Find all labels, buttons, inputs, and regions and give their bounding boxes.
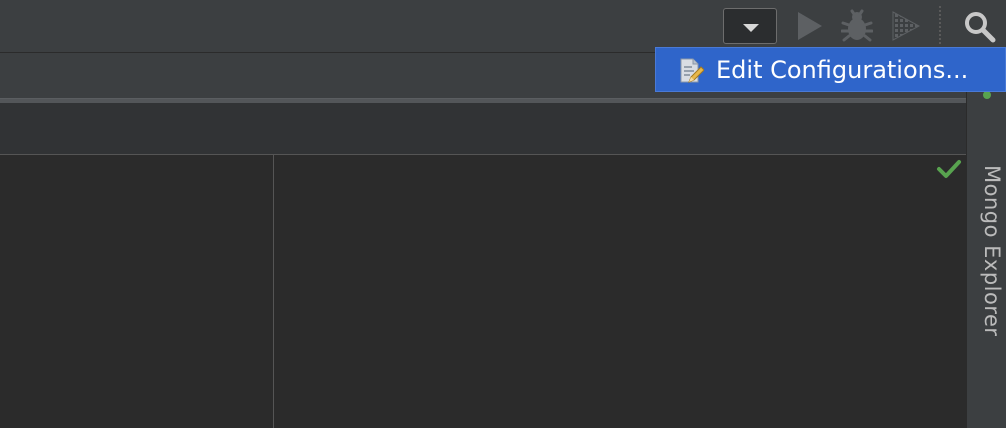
search-icon[interactable] [962,9,996,43]
edit-configurations-label: Edit Configurations... [716,56,969,84]
edit-configurations-menu-item[interactable]: Edit Configurations... [655,47,1006,92]
toolbar-separator [939,6,941,44]
bug-icon[interactable] [840,9,874,43]
coverage-icon[interactable] [890,9,922,43]
run-icon[interactable] [795,9,827,43]
mongo-explorer-label: Mongo Explorer [980,165,1004,337]
mongo-explorer-tool-button[interactable]: Mongo Explorer [967,95,1006,345]
editor-tabs-bar [0,103,966,155]
checkmark-icon [936,158,962,180]
run-configuration-dropdown[interactable] [723,8,777,44]
chevron-down-icon [743,24,759,32]
right-tool-window-strip: Mongo Explorer [966,53,1006,428]
editor-left-pane[interactable] [0,155,274,428]
edit-configurations-icon [678,57,705,85]
main-toolbar [0,0,1006,53]
editor-main-pane[interactable] [274,155,965,428]
